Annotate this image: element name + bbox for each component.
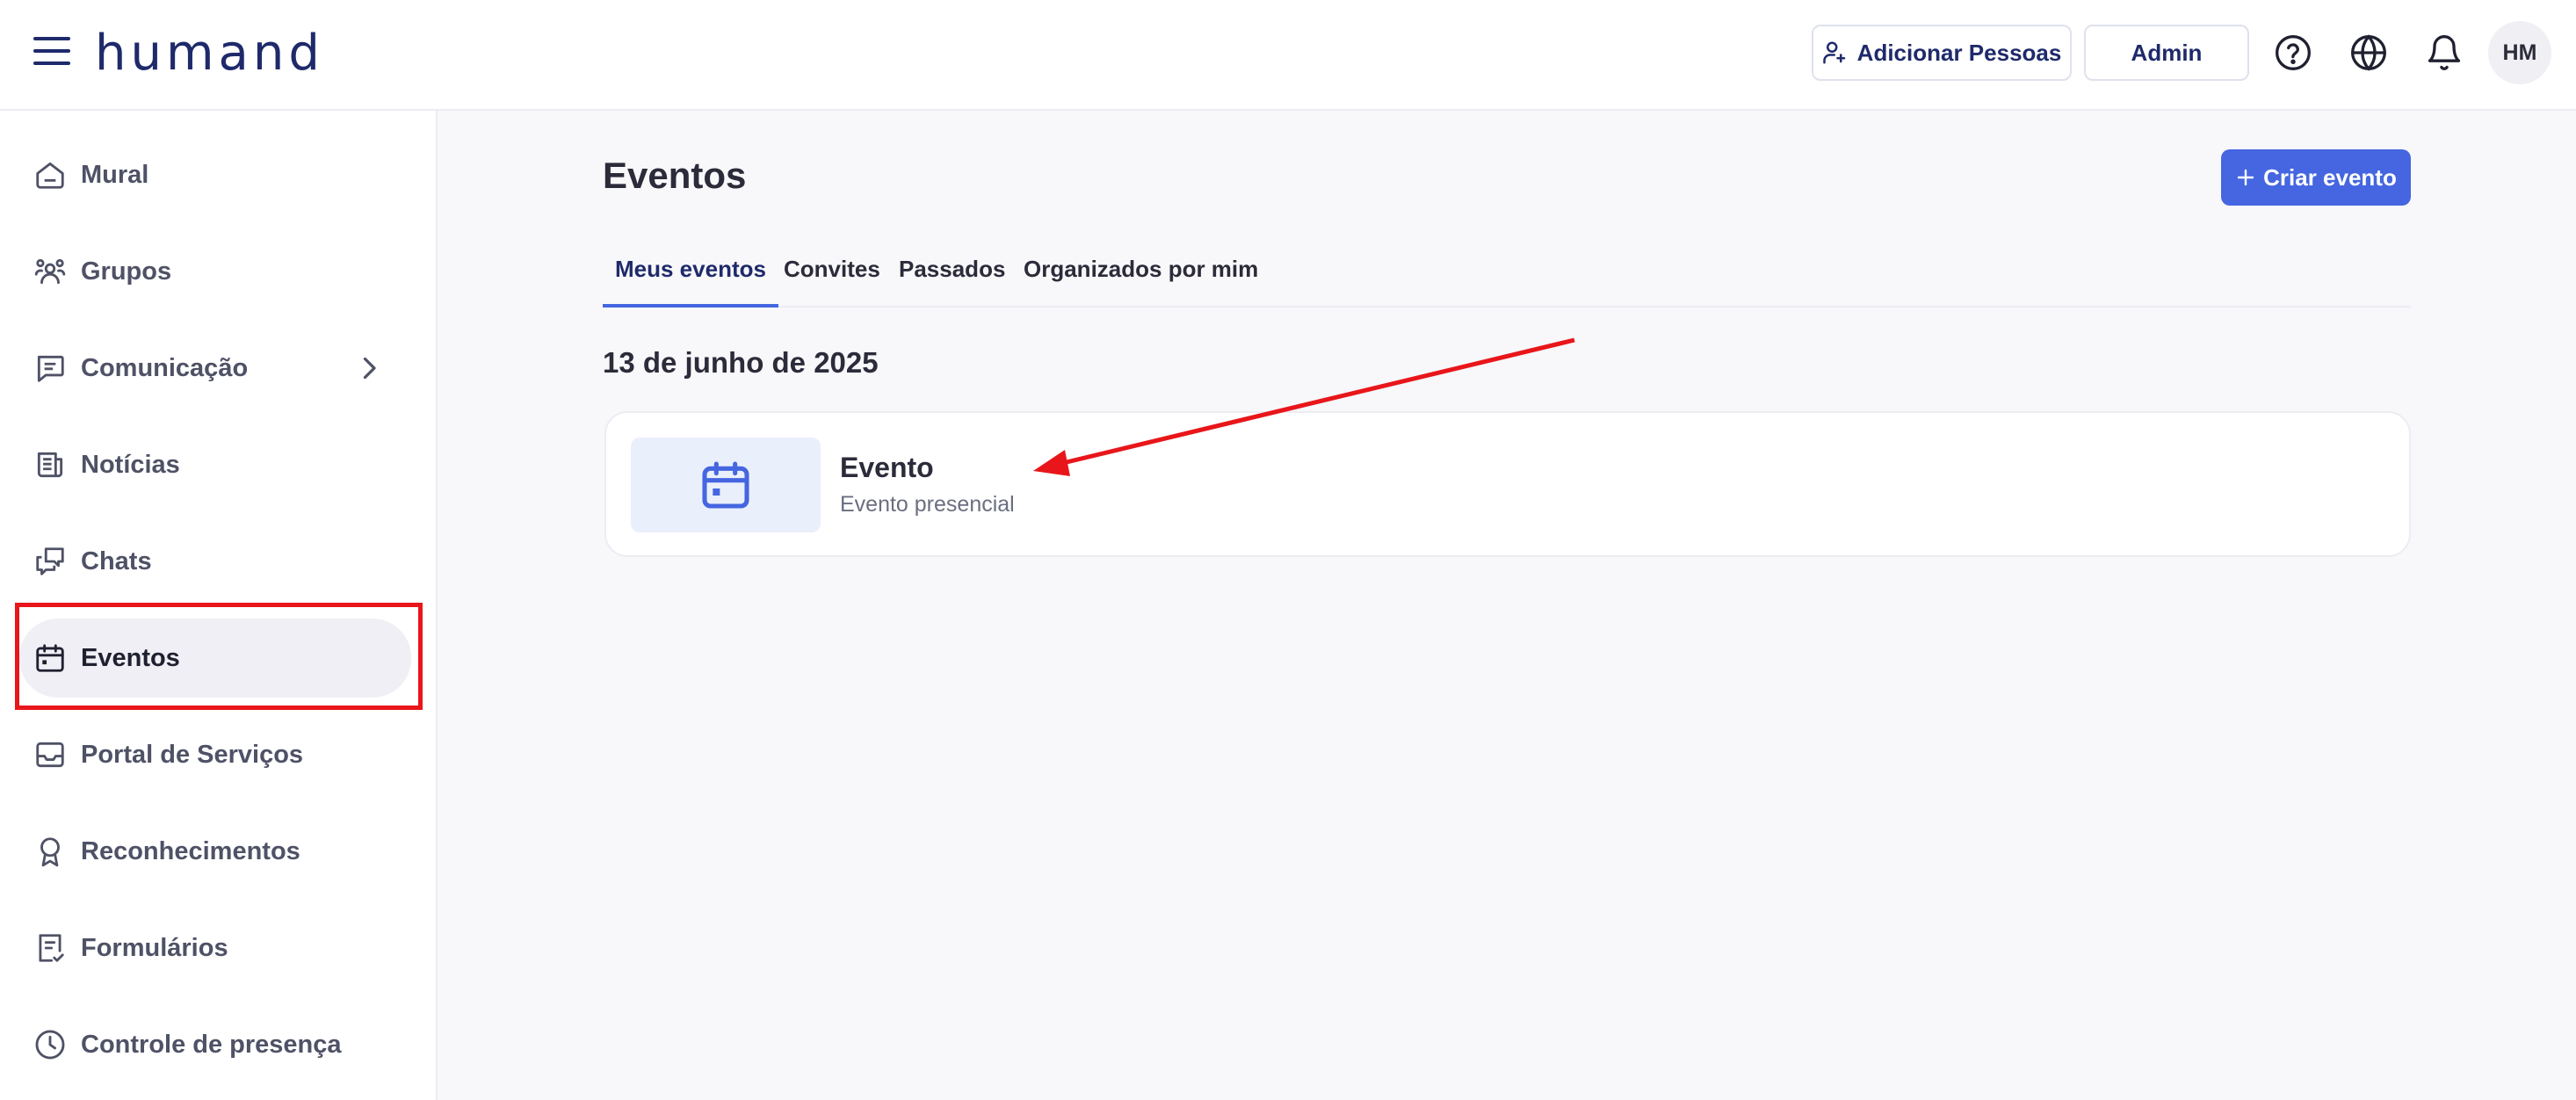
menu-icon[interactable] [33, 37, 70, 69]
sidebar-item-noticias[interactable]: Notícias [19, 425, 411, 504]
news-icon [37, 452, 63, 478]
sidebar-item-label: Portal de Serviços [81, 740, 304, 769]
sidebar-item-grupos[interactable]: Grupos [19, 232, 411, 311]
create-event-button[interactable]: Criar evento [2221, 149, 2411, 206]
date-heading: 13 de junho de 2025 [603, 346, 879, 379]
sidebar-item-eventos[interactable]: Eventos [19, 619, 411, 698]
app-logo[interactable]: humand [95, 21, 324, 86]
bell-icon[interactable] [2425, 33, 2464, 72]
chats-icon [36, 547, 64, 575]
calendar-icon [36, 644, 64, 672]
sidebar-item-label: Chats [81, 546, 152, 575]
tab-organizados-por-mim[interactable]: Organizados por mim [1024, 235, 1258, 308]
add-people-label: Adicionar Pessoas [1856, 39, 2062, 66]
home-icon [36, 162, 64, 189]
sidebar-item-label: Comunicação [81, 353, 249, 382]
sidebar-item-formularios[interactable]: Formulários [19, 908, 411, 988]
tab-convites[interactable]: Convites [784, 235, 880, 308]
sidebar-item-label: Grupos [81, 257, 172, 286]
admin-button[interactable]: Admin [2084, 25, 2249, 81]
tab-passados[interactable]: Passados [899, 235, 1005, 308]
tab-meus-eventos[interactable]: Meus eventos [603, 235, 778, 308]
sidebar: Mural Grupos Comunicação Notícias Chats … [0, 111, 438, 1100]
inbox-icon [36, 742, 64, 768]
event-thumbnail [631, 438, 821, 532]
avatar[interactable]: HM [2488, 21, 2551, 84]
sidebar-item-label: Notícias [81, 450, 180, 479]
groups-icon [34, 258, 66, 285]
add-user-icon [1822, 41, 1845, 64]
top-header: humand Adicionar Pessoas Admin HM [0, 0, 2576, 111]
sidebar-item-comunicacao[interactable]: Comunicação [19, 329, 411, 408]
sidebar-item-label: Reconhecimentos [81, 836, 300, 865]
sidebar-item-label: Mural [81, 160, 149, 189]
event-title: Evento [840, 452, 934, 483]
plus-icon [2237, 169, 2254, 186]
sidebar-item-controle-presenca[interactable]: Controle de presença [19, 1005, 411, 1084]
globe-icon[interactable] [2349, 33, 2388, 72]
event-subtitle: Evento presencial [840, 492, 1015, 517]
help-icon[interactable] [2274, 33, 2312, 72]
add-people-button[interactable]: Adicionar Pessoas [1812, 25, 2072, 81]
calendar-icon [702, 461, 749, 509]
create-event-label: Criar evento [2263, 163, 2397, 191]
tabs-bar: Meus eventos Convites Passados Organizad… [603, 235, 2411, 308]
sidebar-item-label: Eventos [81, 643, 180, 672]
admin-label: Admin [2131, 39, 2203, 66]
sidebar-item-mural[interactable]: Mural [19, 135, 411, 214]
award-icon [40, 837, 60, 867]
sidebar-item-label: Formulários [81, 933, 228, 962]
clock-icon [35, 1030, 65, 1060]
sidebar-item-chats[interactable]: Chats [19, 522, 411, 601]
event-card[interactable]: Evento Evento presencial [604, 411, 2411, 557]
message-icon [37, 355, 64, 382]
sidebar-item-reconhecimentos[interactable]: Reconhecimentos [19, 812, 411, 891]
page-title: Eventos [603, 155, 747, 196]
sidebar-item-portal-servicos[interactable]: Portal de Serviços [19, 715, 411, 794]
sidebar-item-label: Controle de presença [81, 1030, 342, 1059]
chevron-right-icon [363, 357, 376, 380]
form-icon [39, 934, 64, 962]
